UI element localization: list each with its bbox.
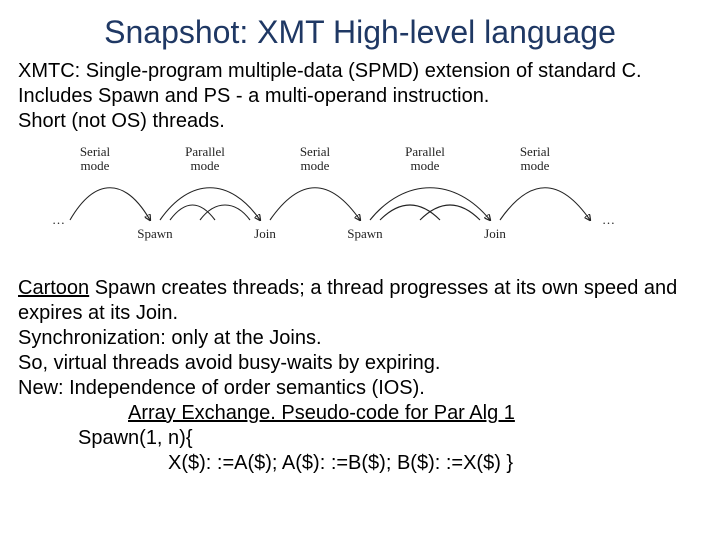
thread-arc-2b	[420, 205, 480, 220]
label-spawn-1: Spawn	[137, 226, 173, 241]
label-serial-2: Serial	[300, 144, 331, 159]
lower-block: Cartoon Spawn creates threads; a thread …	[18, 276, 702, 476]
cartoon-underline: Cartoon	[18, 277, 89, 299]
array-exchange-heading: Array Exchange. Pseudo-code for Par Alg …	[128, 402, 515, 424]
spawn-join-diagram: Serial mode Parallel mode Serial mode Pa…	[40, 142, 680, 262]
new-line: New: Independence of order semantics (IO…	[18, 377, 425, 399]
thread-arc-1a	[170, 205, 215, 220]
arc-parallel-2	[370, 188, 490, 220]
label-mode-2: mode	[191, 158, 220, 173]
arc-serial-3	[500, 188, 590, 220]
label-serial-3: Serial	[520, 144, 551, 159]
label-serial-1: Serial	[80, 144, 111, 159]
label-parallel-2: Parallel	[405, 144, 445, 159]
label-mode-1: mode	[81, 158, 110, 173]
so-line: So, virtual threads avoid busy-waits by …	[18, 352, 440, 374]
cartoon-rest: Spawn creates threads; a thread progress…	[18, 277, 677, 324]
intro-block: XMTC: Single-program multiple-data (SPMD…	[18, 59, 702, 134]
code-line-1: Spawn(1, n){	[18, 427, 193, 449]
label-join-1: Join	[254, 226, 276, 241]
label-mode-4: mode	[411, 158, 440, 173]
arc-parallel-1	[160, 188, 260, 220]
label-join-2: Join	[484, 226, 506, 241]
arc-serial-2	[270, 188, 360, 220]
thread-arc-2a	[380, 205, 440, 220]
intro-line-1: XMTC: Single-program multiple-data (SPMD…	[18, 60, 642, 82]
code-line-2: X($): :=A($); A($): :=B($); B($): :=X($)…	[18, 452, 513, 474]
thread-arc-1b	[200, 205, 250, 220]
label-parallel-1: Parallel	[185, 144, 225, 159]
slide: Snapshot: XMT High-level language XMTC: …	[0, 0, 720, 540]
sync-line: Synchronization: only at the Joins.	[18, 327, 322, 349]
slide-title: Snapshot: XMT High-level language	[18, 14, 702, 51]
intro-line-3: Short (not OS) threads.	[18, 110, 225, 132]
label-mode-3: mode	[301, 158, 330, 173]
label-spawn-2: Spawn	[347, 226, 383, 241]
intro-line-2: Includes Spawn and PS - a multi-operand …	[18, 85, 489, 107]
ellipsis-left: …	[52, 212, 65, 227]
arc-serial-1	[70, 188, 150, 220]
ellipsis-right: …	[602, 212, 615, 227]
label-mode-5: mode	[521, 158, 550, 173]
